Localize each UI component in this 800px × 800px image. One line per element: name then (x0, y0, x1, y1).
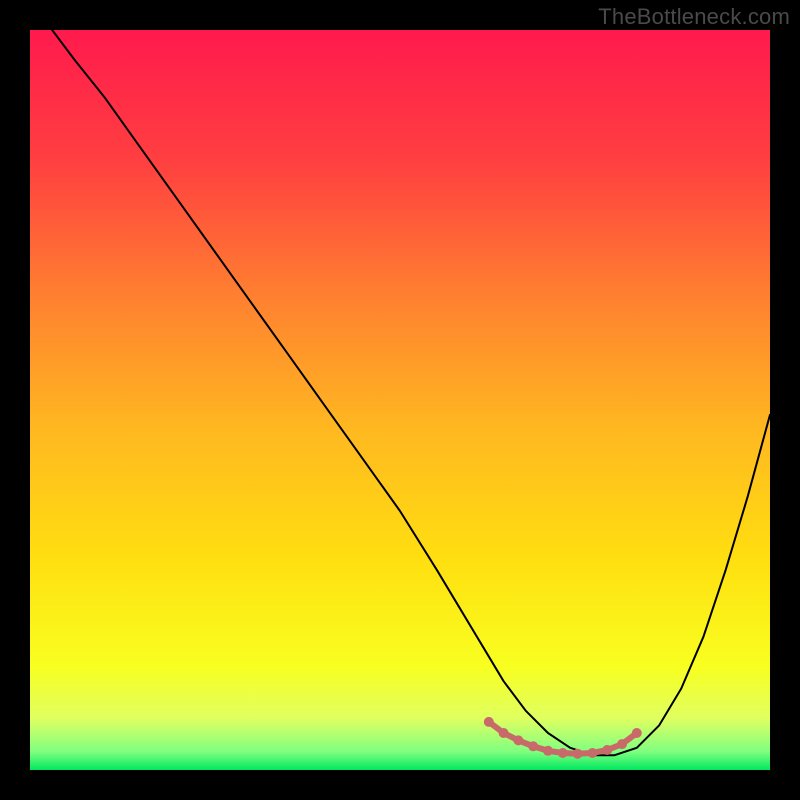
optimal-range-dot (499, 728, 509, 738)
chart-frame: TheBottleneck.com (0, 0, 800, 800)
optimal-range-dot (484, 717, 494, 727)
gradient-background (30, 30, 770, 770)
optimal-range-dot (602, 745, 612, 755)
optimal-range-dot (632, 728, 642, 738)
chart-plot (30, 30, 770, 770)
optimal-range-dot (558, 748, 568, 758)
optimal-range-dot (587, 748, 597, 758)
optimal-range-dot (513, 735, 523, 745)
watermark-text: TheBottleneck.com (598, 4, 790, 30)
chart-svg (30, 30, 770, 770)
optimal-range-dot (543, 746, 553, 756)
optimal-range-dot (528, 741, 538, 751)
optimal-range-dot (617, 739, 627, 749)
optimal-range-dot (573, 749, 583, 759)
